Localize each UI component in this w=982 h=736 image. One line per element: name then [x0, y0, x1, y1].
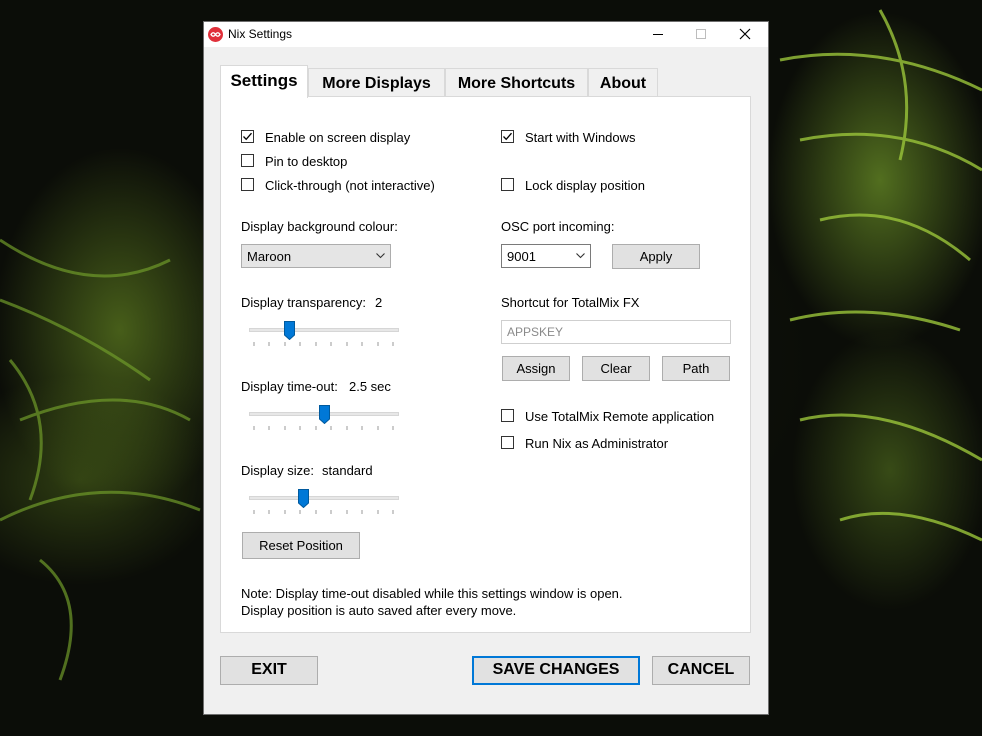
use-remote-checkbox[interactable]: [501, 409, 514, 422]
clear-button[interactable]: Clear: [582, 356, 650, 381]
maximize-icon: [696, 29, 706, 39]
chevron-down-icon: [576, 253, 585, 259]
transparency-value: 2: [375, 295, 383, 310]
assign-button[interactable]: Assign: [502, 356, 570, 381]
apply-button[interactable]: Apply: [612, 244, 700, 269]
timeout-label: Display time-out:: [241, 379, 338, 394]
size-slider[interactable]: [249, 487, 399, 517]
enable-osd-checkbox[interactable]: [241, 130, 254, 143]
use-remote-label: Use TotalMix Remote application: [525, 409, 715, 424]
slider-thumb[interactable]: [319, 405, 330, 424]
exit-button[interactable]: EXIT: [220, 656, 318, 685]
enable-osd-label: Enable on screen display: [265, 130, 411, 145]
transparency-slider[interactable]: [249, 319, 399, 349]
cancel-button[interactable]: CANCEL: [652, 656, 750, 685]
tab-more-displays[interactable]: More Displays: [308, 68, 445, 97]
minimize-button[interactable]: [634, 22, 680, 47]
checkmark-icon: [243, 132, 252, 141]
save-changes-button[interactable]: SAVE CHANGES: [472, 656, 640, 685]
slider-ticks: [253, 510, 394, 514]
slider-thumb[interactable]: [284, 321, 295, 340]
click-through-checkbox[interactable]: [241, 178, 254, 191]
run-admin-checkbox[interactable]: [501, 436, 514, 449]
slider-thumb[interactable]: [298, 489, 309, 508]
size-value: standard: [322, 463, 373, 478]
close-icon: [739, 28, 751, 40]
bg-colour-select[interactable]: Maroon: [241, 244, 391, 268]
click-through-label: Click-through (not interactive): [265, 178, 435, 193]
window-title: Nix Settings: [228, 27, 293, 41]
pin-desktop-checkbox[interactable]: [241, 154, 254, 167]
osc-port-label: OSC port incoming:: [501, 219, 615, 234]
lock-position-checkbox[interactable]: [501, 178, 514, 191]
shortcut-field[interactable]: APPSKEY: [501, 320, 731, 344]
tab-about[interactable]: About: [588, 68, 658, 97]
start-windows-checkbox[interactable]: [501, 130, 514, 143]
note-line-2: Display position is auto saved after eve…: [241, 603, 517, 618]
start-windows-label: Start with Windows: [525, 130, 636, 145]
settings-panel: Enable on screen display Pin to desktop …: [220, 96, 751, 633]
path-button[interactable]: Path: [662, 356, 730, 381]
close-button[interactable]: [722, 22, 768, 47]
note-line-1: Note: Display time-out disabled while th…: [241, 586, 623, 601]
app-icon: [208, 27, 223, 42]
timeout-value: 2.5 sec: [349, 379, 391, 394]
size-label: Display size:: [241, 463, 314, 478]
maximize-button[interactable]: [678, 22, 724, 47]
reset-position-button[interactable]: Reset Position: [242, 532, 360, 559]
lock-position-label: Lock display position: [525, 178, 645, 193]
slider-ticks: [253, 426, 394, 430]
minimize-icon: [653, 34, 663, 35]
checkmark-icon: [503, 132, 512, 141]
shortcut-label: Shortcut for TotalMix FX: [501, 295, 640, 310]
chevron-down-icon: [376, 253, 385, 259]
settings-window: Nix Settings Settings More Displays More…: [203, 21, 769, 715]
tab-more-shortcuts[interactable]: More Shortcuts: [445, 68, 588, 97]
bg-colour-value: Maroon: [247, 249, 292, 264]
title-bar: Nix Settings: [204, 22, 768, 47]
slider-ticks: [253, 342, 394, 346]
bg-colour-label: Display background colour:: [241, 219, 398, 234]
timeout-slider[interactable]: [249, 403, 399, 433]
osc-port-select[interactable]: 9001: [501, 244, 591, 268]
transparency-label: Display transparency:: [241, 295, 366, 310]
pin-desktop-label: Pin to desktop: [265, 154, 348, 169]
osc-port-value: 9001: [507, 249, 536, 264]
run-admin-label: Run Nix as Administrator: [525, 436, 669, 451]
tab-settings[interactable]: Settings: [220, 65, 308, 98]
